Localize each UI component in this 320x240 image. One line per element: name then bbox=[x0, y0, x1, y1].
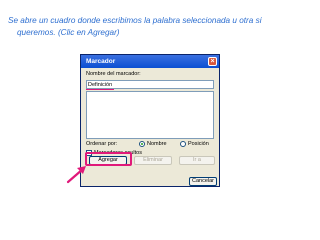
name-highlight-underline bbox=[86, 89, 114, 90]
bookmark-list[interactable] bbox=[86, 91, 214, 139]
add-button-highlight-box bbox=[85, 152, 132, 166]
bookmark-name-label: Nombre del marcador: bbox=[86, 71, 141, 77]
goto-button[interactable]: Ir a bbox=[179, 156, 215, 165]
bookmark-name-value: Definición bbox=[88, 82, 113, 88]
delete-button[interactable]: Eliminar bbox=[134, 156, 172, 165]
sort-by-label: Ordenar por: bbox=[86, 141, 118, 147]
cancel-button[interactable]: Cancelar bbox=[189, 177, 217, 186]
instruction-caption: Se abre un cuadro donde escribimos la pa… bbox=[8, 15, 308, 39]
caption-line-2: queremos. (Clic en Agregar) bbox=[17, 28, 120, 37]
dialog-title: Marcador bbox=[86, 58, 116, 65]
sort-position-label: Posición bbox=[188, 141, 209, 147]
bookmark-name-input[interactable]: Definición bbox=[86, 80, 214, 89]
sort-name-label: Nombre bbox=[147, 141, 167, 147]
sort-name-radio[interactable] bbox=[139, 141, 145, 147]
close-button[interactable]: × bbox=[208, 57, 217, 66]
close-icon: × bbox=[210, 58, 215, 65]
dialog-title-bar: Marcador × bbox=[81, 55, 219, 68]
pointer-arrow-icon bbox=[66, 166, 86, 184]
sort-position-radio[interactable] bbox=[180, 141, 186, 147]
caption-line-1: Se abre un cuadro donde escribimos la pa… bbox=[8, 16, 262, 25]
bookmark-dialog: Marcador × Nombre del marcador: Definici… bbox=[80, 54, 220, 187]
